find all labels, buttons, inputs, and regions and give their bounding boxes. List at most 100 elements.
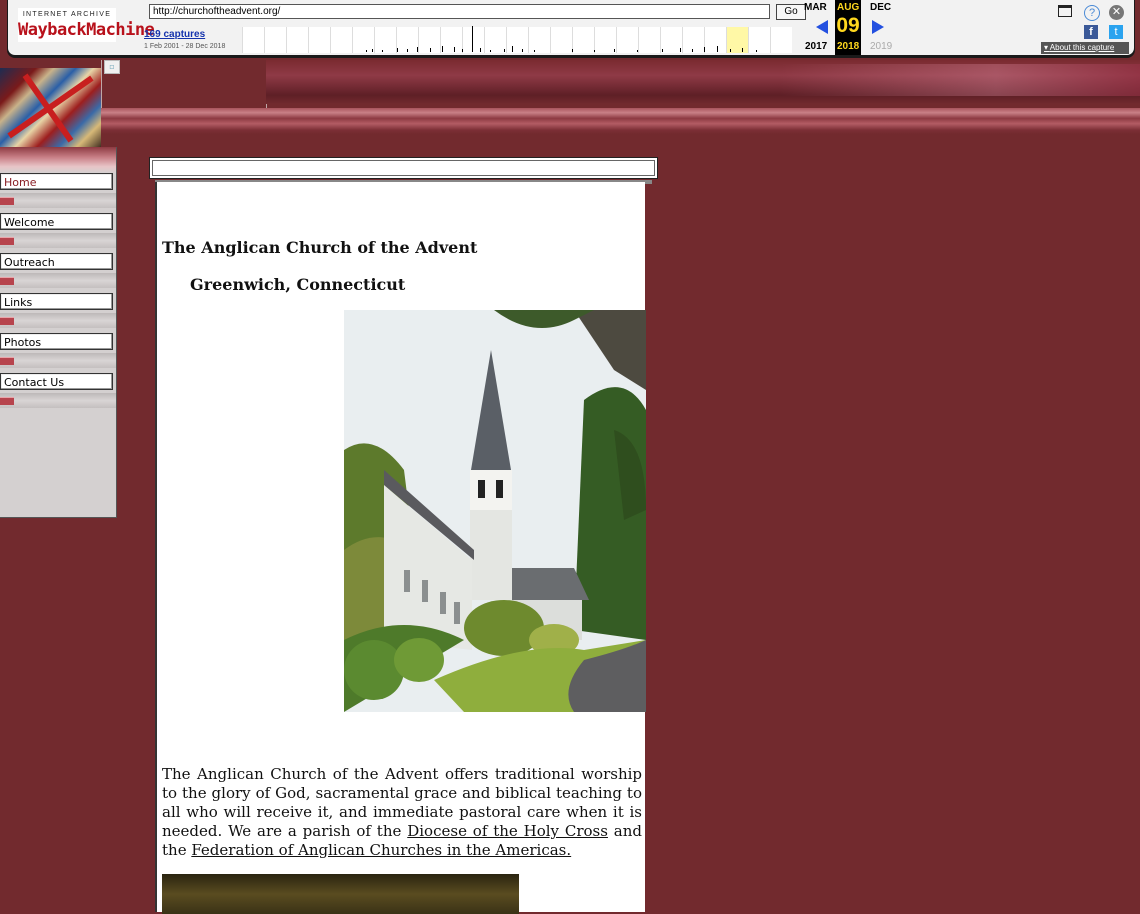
header-glare <box>780 64 1140 96</box>
about-capture-button[interactable]: ▾ About this capture <box>1041 42 1129 54</box>
sparkline-bar <box>637 50 638 52</box>
nav-separator <box>0 273 116 288</box>
sparkline-month-cell[interactable] <box>374 27 396 53</box>
sparkline-month-cell[interactable] <box>594 27 616 53</box>
sparkline-bar <box>382 50 383 52</box>
nav-separator-tab <box>0 317 14 325</box>
sparkline-bar <box>680 48 681 52</box>
captures-link[interactable]: 169 captures <box>144 29 205 40</box>
prev-year[interactable]: 2017 <box>805 41 827 52</box>
url-input[interactable]: http://churchoftheadvent.org/ <box>149 4 770 19</box>
sparkline-bar <box>490 50 491 52</box>
wayback-logo[interactable]: INTERNET ARCHIVE WaybackMachine <box>18 8 155 42</box>
sparkline-bar <box>572 49 573 52</box>
sparkline-bar <box>522 49 523 52</box>
intro-paragraph: The Anglican Church of the Advent offers… <box>162 765 642 860</box>
nav-item-contact-us[interactable]: Contact Us <box>0 373 113 390</box>
church-photo <box>344 310 646 712</box>
page-subtitle: Greenwich, Connecticut <box>190 275 406 294</box>
nav-item-photos[interactable]: Photos <box>0 333 113 350</box>
sparkline-bar <box>662 49 663 52</box>
nav-separator <box>0 233 116 248</box>
site-header: ▫ <box>0 60 1140 148</box>
sparkline-month-cell[interactable] <box>638 27 660 53</box>
sparkline-bar <box>366 50 367 52</box>
sparkline-bar <box>417 47 418 52</box>
sparkline-month-cell[interactable] <box>660 27 682 53</box>
sparkline-month-cell[interactable] <box>264 27 286 53</box>
prev-month[interactable]: MAR <box>804 2 827 13</box>
sparkline-month-cell[interactable] <box>616 27 638 53</box>
second-photo <box>162 874 519 914</box>
prev-capture-arrow-icon[interactable] <box>816 20 828 34</box>
nav-separator-tab <box>0 197 14 205</box>
sparkline-bar <box>717 46 718 52</box>
current-day: 09 <box>836 14 860 37</box>
sparkline-month-cell[interactable] <box>682 27 704 53</box>
nav-separator <box>0 193 116 208</box>
nav-separator-tab <box>0 237 14 245</box>
nav-separator-tab <box>0 357 14 365</box>
nav-item-links[interactable]: Links <box>0 293 113 310</box>
close-icon[interactable]: ✕ <box>1109 5 1124 20</box>
sparkline-month-cell[interactable] <box>770 27 792 53</box>
sparkline-month-cell[interactable] <box>330 27 352 53</box>
wayback-logo-bottom: WaybackMachine <box>18 20 155 40</box>
sparkline-bar <box>742 48 743 52</box>
sparkline-month-cell[interactable] <box>484 27 506 53</box>
next-capture-arrow-icon[interactable] <box>872 20 884 34</box>
sparkline-bar <box>472 26 473 52</box>
diocese-link[interactable]: Diocese of the Holy Cross <box>407 822 608 840</box>
twitter-icon[interactable]: t <box>1109 25 1123 39</box>
nav-item-welcome[interactable]: Welcome <box>0 213 113 230</box>
broken-image-icon: ▫ <box>104 60 120 74</box>
glass-cross-bar <box>22 73 74 143</box>
nav-item-outreach[interactable]: Outreach <box>0 253 113 270</box>
nav-separator <box>0 393 116 408</box>
sparkline-month-cell[interactable] <box>572 27 594 53</box>
sparkline-bar <box>430 48 431 52</box>
capture-sparkline[interactable] <box>242 26 798 53</box>
sparkline-bar <box>692 49 693 52</box>
sparkline-bar <box>730 49 731 52</box>
current-month: AUG <box>837 2 860 13</box>
sidebar-top-gradient <box>0 147 116 173</box>
wayback-panel: INTERNET ARCHIVE WaybackMachine http://c… <box>7 0 1135 56</box>
sparkline-month-cell[interactable] <box>550 27 572 53</box>
next-month[interactable]: DEC <box>870 2 891 13</box>
facebook-icon[interactable]: f <box>1084 25 1098 39</box>
sparkline-month-cell[interactable] <box>418 27 440 53</box>
sparkline-month-cell[interactable] <box>286 27 308 53</box>
help-icon[interactable]: ? <box>1084 5 1100 21</box>
next-year[interactable]: 2019 <box>870 41 892 52</box>
sparkline-bar <box>442 46 443 52</box>
nav-item-home[interactable]: Home <box>0 173 113 190</box>
nav-separator-tab <box>0 277 14 285</box>
federation-link[interactable]: Federation of Anglican Churches in the A… <box>191 841 571 859</box>
sidebar-nav: Home Welcome Outreach Links Photos Conta… <box>0 147 117 518</box>
sparkline-month-cell[interactable] <box>704 27 726 53</box>
sparkline-bar <box>614 49 615 52</box>
sparkline-bar <box>462 49 463 52</box>
sparkline-bar <box>594 50 595 52</box>
sparkline-month-cell[interactable] <box>440 27 462 53</box>
go-button[interactable]: Go <box>776 4 806 20</box>
main-content: The Anglican Church of the Advent Greenw… <box>155 182 646 914</box>
content-top-bar <box>149 157 658 179</box>
sparkline-month-cell[interactable] <box>242 27 264 53</box>
sparkline-month-cell[interactable] <box>528 27 550 53</box>
about-capture-label: About this capture <box>1049 43 1115 52</box>
sparkline-bar <box>504 49 505 52</box>
wayback-toolbar: INTERNET ARCHIVE WaybackMachine http://c… <box>0 0 1140 62</box>
sparkline-month-cell[interactable] <box>506 27 528 53</box>
sparkline-month-cell[interactable] <box>352 27 374 53</box>
sparkline-bar <box>397 48 398 52</box>
sparkline-bar <box>534 50 535 52</box>
sparkline-bar <box>756 50 757 52</box>
window-icon[interactable] <box>1058 5 1072 17</box>
header-stripe <box>266 60 1140 104</box>
sparkline-month-cell[interactable] <box>748 27 770 53</box>
nav-separator <box>0 353 116 368</box>
nav-separator-tab <box>0 397 14 405</box>
sparkline-month-cell[interactable] <box>308 27 330 53</box>
